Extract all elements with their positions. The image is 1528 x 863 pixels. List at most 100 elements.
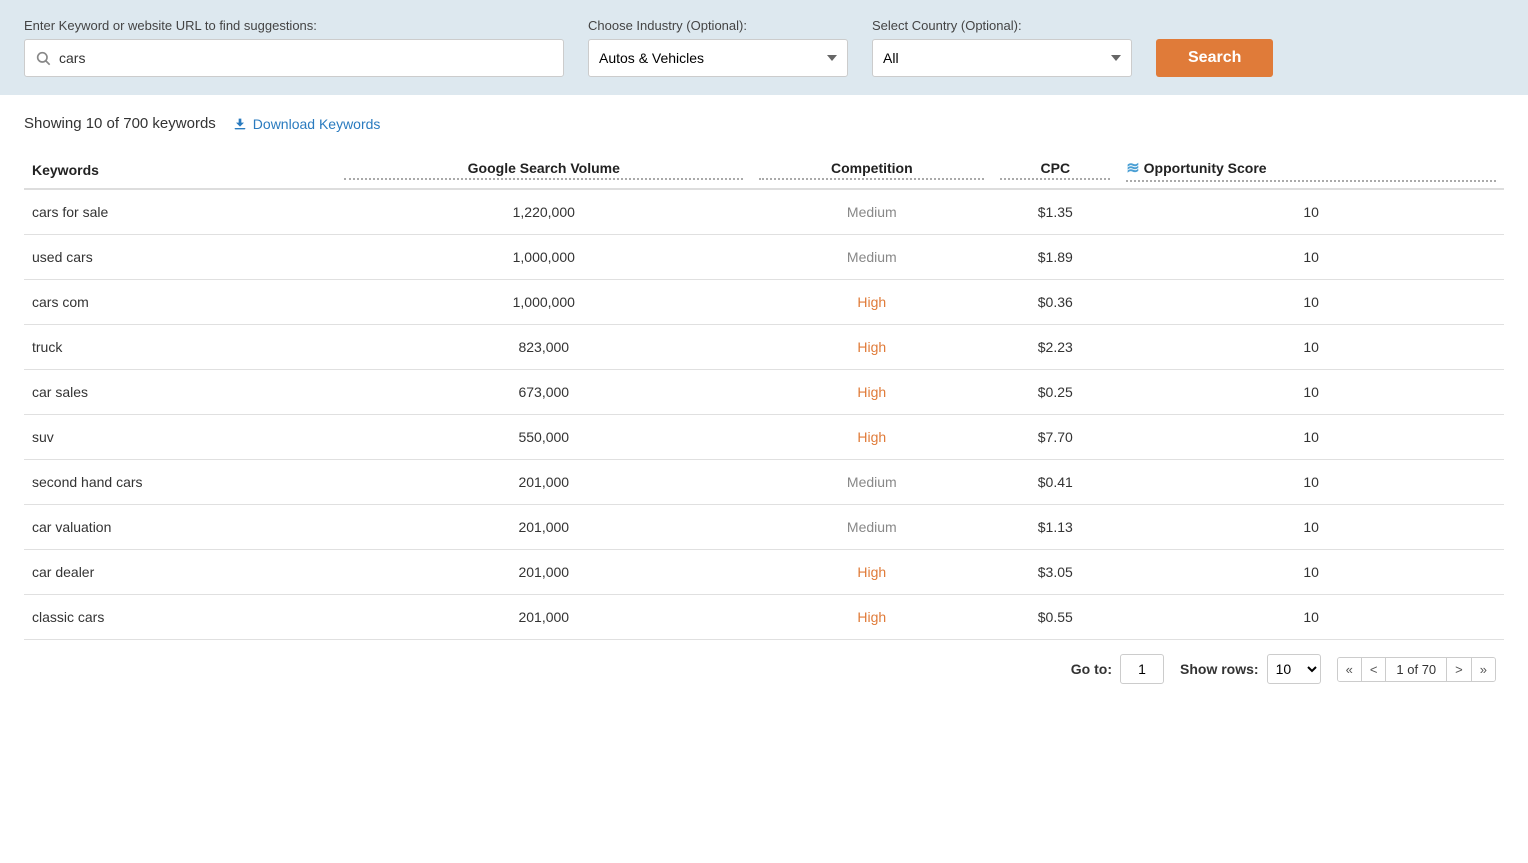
download-keywords-link[interactable]: Download Keywords bbox=[232, 116, 381, 132]
cell-volume: 673,000 bbox=[336, 370, 751, 415]
cell-competition: High bbox=[751, 595, 992, 640]
download-icon bbox=[232, 116, 248, 132]
table-row: truck 823,000 High $2.23 10 bbox=[24, 325, 1504, 370]
cell-keyword: car valuation bbox=[24, 505, 336, 550]
cell-cpc: $1.13 bbox=[992, 505, 1118, 550]
cell-keyword: car dealer bbox=[24, 550, 336, 595]
main-content: Showing 10 of 700 keywords Download Keyw… bbox=[0, 95, 1528, 708]
table-row: second hand cars 201,000 Medium $0.41 10 bbox=[24, 460, 1504, 505]
search-input-wrap bbox=[24, 39, 564, 77]
cell-cpc: $0.36 bbox=[992, 280, 1118, 325]
show-rows-select[interactable]: 5 10 25 50 100 bbox=[1267, 654, 1321, 684]
cell-competition: Medium bbox=[751, 189, 992, 235]
country-section: Select Country (Optional): All United St… bbox=[872, 18, 1132, 77]
col-competition: Competition bbox=[751, 148, 992, 189]
cell-keyword: second hand cars bbox=[24, 460, 336, 505]
search-button[interactable]: Search bbox=[1156, 39, 1273, 77]
results-count: Showing 10 of 700 keywords bbox=[24, 115, 216, 132]
cell-volume: 1,220,000 bbox=[336, 189, 751, 235]
goto-input[interactable] bbox=[1120, 654, 1164, 684]
cell-volume: 550,000 bbox=[336, 415, 751, 460]
cell-opportunity: 10 bbox=[1118, 550, 1504, 595]
cell-opportunity: 10 bbox=[1118, 189, 1504, 235]
dotted-divider bbox=[759, 178, 984, 180]
cell-competition: High bbox=[751, 415, 992, 460]
country-label: Select Country (Optional): bbox=[872, 18, 1132, 33]
cell-keyword: used cars bbox=[24, 235, 336, 280]
table-row: suv 550,000 High $7.70 10 bbox=[24, 415, 1504, 460]
wave-icon: ≋ bbox=[1126, 158, 1139, 178]
search-bar: Enter Keyword or website URL to find sug… bbox=[0, 0, 1528, 95]
cell-opportunity: 10 bbox=[1118, 595, 1504, 640]
table-row: car dealer 201,000 High $3.05 10 bbox=[24, 550, 1504, 595]
cell-cpc: $2.23 bbox=[992, 325, 1118, 370]
industry-section: Choose Industry (Optional): Autos & Vehi… bbox=[588, 18, 848, 77]
cell-opportunity: 10 bbox=[1118, 325, 1504, 370]
cell-opportunity: 10 bbox=[1118, 235, 1504, 280]
country-select[interactable]: All United States United Kingdom Canada … bbox=[872, 39, 1132, 77]
cell-cpc: $3.05 bbox=[992, 550, 1118, 595]
search-icon bbox=[35, 50, 51, 66]
keywords-table: Keywords Google Search Volume Competitio… bbox=[24, 148, 1504, 640]
cell-opportunity: 10 bbox=[1118, 370, 1504, 415]
cell-cpc: $0.55 bbox=[992, 595, 1118, 640]
cell-keyword: suv bbox=[24, 415, 336, 460]
prev-page-button[interactable]: < bbox=[1362, 658, 1387, 681]
show-rows-label: Show rows: bbox=[1180, 661, 1259, 677]
industry-select[interactable]: Autos & Vehicles All Arts & Entertainmen… bbox=[588, 39, 848, 77]
cell-competition: High bbox=[751, 280, 992, 325]
cell-volume: 201,000 bbox=[336, 505, 751, 550]
search-input[interactable] bbox=[59, 50, 553, 66]
table-body: cars for sale 1,220,000 Medium $1.35 10 … bbox=[24, 189, 1504, 640]
cell-volume: 201,000 bbox=[336, 460, 751, 505]
cell-cpc: $7.70 bbox=[992, 415, 1118, 460]
cell-cpc: $1.89 bbox=[992, 235, 1118, 280]
results-info: Showing 10 of 700 keywords Download Keyw… bbox=[24, 115, 1504, 132]
cell-volume: 201,000 bbox=[336, 550, 751, 595]
cell-competition: High bbox=[751, 550, 992, 595]
cell-keyword: car sales bbox=[24, 370, 336, 415]
pagination-row: Go to: Show rows: 5 10 25 50 100 « < 1 o… bbox=[24, 640, 1504, 688]
cell-competition: High bbox=[751, 325, 992, 370]
cell-cpc: $0.25 bbox=[992, 370, 1118, 415]
cell-keyword: cars for sale bbox=[24, 189, 336, 235]
show-rows-section: Show rows: 5 10 25 50 100 bbox=[1180, 654, 1321, 684]
table-row: car valuation 201,000 Medium $1.13 10 bbox=[24, 505, 1504, 550]
table-row: cars for sale 1,220,000 Medium $1.35 10 bbox=[24, 189, 1504, 235]
col-keywords: Keywords bbox=[24, 148, 336, 189]
col-opportunity: ≋ Opportunity Score bbox=[1118, 148, 1504, 189]
industry-label: Choose Industry (Optional): bbox=[588, 18, 848, 33]
cell-opportunity: 10 bbox=[1118, 280, 1504, 325]
page-info: 1 of 70 bbox=[1386, 658, 1447, 681]
first-page-button[interactable]: « bbox=[1338, 658, 1362, 681]
cell-opportunity: 10 bbox=[1118, 415, 1504, 460]
table-row: cars com 1,000,000 High $0.36 10 bbox=[24, 280, 1504, 325]
goto-label: Go to: bbox=[1071, 661, 1112, 677]
dotted-divider bbox=[344, 178, 743, 180]
cell-volume: 1,000,000 bbox=[336, 280, 751, 325]
cell-opportunity: 10 bbox=[1118, 505, 1504, 550]
cell-competition: Medium bbox=[751, 235, 992, 280]
cell-competition: Medium bbox=[751, 460, 992, 505]
cell-cpc: $0.41 bbox=[992, 460, 1118, 505]
cell-volume: 1,000,000 bbox=[336, 235, 751, 280]
keyword-label: Enter Keyword or website URL to find sug… bbox=[24, 18, 564, 33]
dotted-divider bbox=[1126, 180, 1496, 182]
cell-keyword: classic cars bbox=[24, 595, 336, 640]
goto-section: Go to: bbox=[1071, 654, 1164, 684]
next-page-button[interactable]: > bbox=[1447, 658, 1472, 681]
table-header-row: Keywords Google Search Volume Competitio… bbox=[24, 148, 1504, 189]
cell-volume: 201,000 bbox=[336, 595, 751, 640]
col-cpc: CPC bbox=[992, 148, 1118, 189]
table-row: classic cars 201,000 High $0.55 10 bbox=[24, 595, 1504, 640]
keyword-section: Enter Keyword or website URL to find sug… bbox=[24, 18, 564, 77]
cell-competition: High bbox=[751, 370, 992, 415]
dotted-divider bbox=[1000, 178, 1110, 180]
cell-cpc: $1.35 bbox=[992, 189, 1118, 235]
table-row: car sales 673,000 High $0.25 10 bbox=[24, 370, 1504, 415]
cell-competition: Medium bbox=[751, 505, 992, 550]
table-row: used cars 1,000,000 Medium $1.89 10 bbox=[24, 235, 1504, 280]
last-page-button[interactable]: » bbox=[1472, 658, 1495, 681]
cell-opportunity: 10 bbox=[1118, 460, 1504, 505]
cell-keyword: cars com bbox=[24, 280, 336, 325]
